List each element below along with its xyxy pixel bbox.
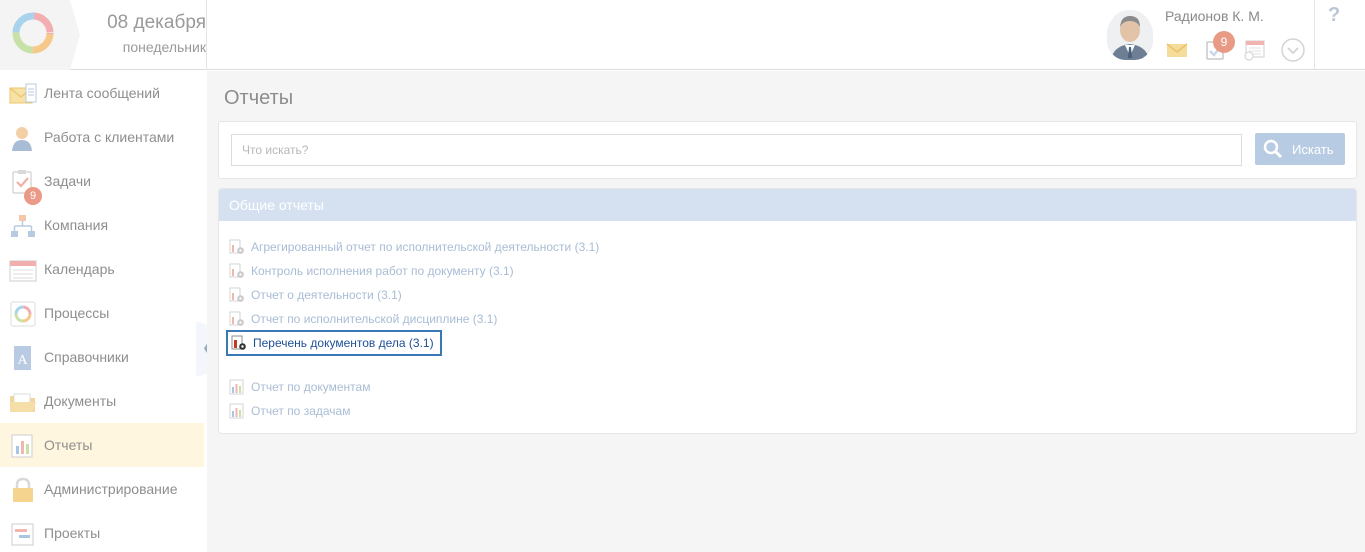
- sidebar-item-label: Календарь: [44, 261, 115, 277]
- help-icon[interactable]: ?: [1328, 4, 1340, 27]
- current-date: 08 декабря: [107, 12, 206, 33]
- reports-section-header: Общие отчеты: [219, 189, 1356, 221]
- sidebar-item-label: Процессы: [44, 305, 110, 321]
- calendar-header-icon[interactable]: [1243, 38, 1267, 62]
- lock-icon: [13, 477, 33, 502]
- sidebar-item-label: Компания: [44, 217, 109, 233]
- report-link[interactable]: Агрегированный отчет по исполнительской …: [229, 237, 599, 257]
- help-divider: [1314, 0, 1315, 70]
- report-label: Отчет по задачам: [251, 404, 351, 418]
- report-link[interactable]: Контроль исполнения работ по документу (…: [229, 261, 514, 281]
- report-link[interactable]: Отчет по исполнительской дисциплине (3.1…: [229, 309, 497, 329]
- sidebar-item-label: Справочники: [44, 349, 129, 365]
- sidebar-item-label: Документы: [44, 393, 117, 409]
- sidebar-item-calendar[interactable]: Календарь: [0, 247, 204, 291]
- report-gear-icon: [229, 311, 244, 326]
- sidebar-item-label: Задачи: [44, 173, 92, 189]
- app-logo[interactable]: [0, 0, 70, 70]
- report-chart-icon: [229, 403, 244, 419]
- report-label: Перечень документов дела (3.1): [253, 336, 434, 350]
- report-link[interactable]: Отчет по задачам: [229, 401, 350, 421]
- user-name[interactable]: Радионов К. М.: [1165, 8, 1264, 24]
- folder-icon: [10, 393, 36, 412]
- logo-arrow: [70, 0, 80, 70]
- sidebar-item-directories[interactable]: A Справочники: [0, 335, 204, 379]
- user-photo-icon: [1107, 10, 1153, 60]
- sidebar-item-administration[interactable]: Администрирование: [0, 467, 204, 511]
- sidebar-item-projects[interactable]: Проекты: [0, 511, 204, 552]
- sidebar-item-label: Лента сообщений: [44, 85, 160, 101]
- report-gear-icon: [229, 239, 244, 254]
- report-label: Отчет о деятельности (3.1): [251, 288, 402, 302]
- sidebar-item-label: Отчеты: [44, 437, 93, 453]
- sidebar-item-company[interactable]: Компания: [0, 203, 204, 247]
- sidebar-item-label: Проекты: [44, 525, 101, 541]
- report-link[interactable]: Отчет по документам: [229, 377, 370, 397]
- sidebar: Лента сообщений Работа с клиентами 9 Зад…: [0, 71, 204, 552]
- header-divider: [206, 0, 207, 70]
- sidebar-item-feed[interactable]: Лента сообщений: [0, 71, 204, 115]
- svg-text:A: A: [17, 353, 28, 368]
- search-button[interactable]: Искать: [1255, 133, 1345, 165]
- logo-ring-icon: [12, 12, 54, 54]
- sidebar-item-reports[interactable]: Отчеты: [0, 423, 204, 467]
- avatar[interactable]: [1107, 10, 1153, 60]
- sidebar-item-label: Администрирование: [44, 481, 178, 497]
- main-content: Отчеты Искать Общие отчеты Агрегированны…: [207, 71, 1365, 552]
- report-label: Отчет по исполнительской дисциплине (3.1…: [251, 312, 498, 326]
- sidebar-item-tasks[interactable]: 9 Задачи: [0, 159, 204, 205]
- calendar-icon: [9, 260, 37, 282]
- current-weekday: понедельник: [122, 39, 206, 55]
- clients-icon: [12, 127, 32, 151]
- sidebar-item-label: Работа с клиентами: [44, 129, 175, 145]
- reports-panel: Общие отчеты Агрегированный отчет по исп…: [218, 188, 1357, 434]
- report-label: Отчет по документам: [251, 380, 371, 394]
- report-label: Контроль исполнения работ по документу (…: [251, 264, 514, 278]
- report-link[interactable]: Отчет о деятельности (3.1): [229, 285, 402, 305]
- date-widget: 08 декабря понедельник: [80, 8, 206, 62]
- report-gear-icon: [229, 287, 244, 302]
- report-chart-icon: [229, 379, 244, 395]
- report-gear-icon: [231, 335, 246, 350]
- reports-icon: [11, 434, 33, 458]
- search-button-label: Искать: [1292, 142, 1334, 157]
- page-title: Отчеты: [224, 87, 294, 109]
- search-panel: Искать: [218, 121, 1357, 179]
- sidebar-item-processes[interactable]: Процессы: [0, 291, 204, 335]
- processes-icon: [10, 301, 36, 327]
- top-header: 08 декабря понедельник Радионов К. М. 9: [0, 0, 1365, 70]
- report-label: Агрегированный отчет по исполнительской …: [251, 240, 600, 254]
- directories-icon: A: [14, 346, 31, 370]
- report-gear-icon: [229, 263, 244, 278]
- sidebar-item-documents[interactable]: Документы: [0, 379, 204, 423]
- mail-icon[interactable]: [1165, 38, 1189, 62]
- search-input[interactable]: [231, 134, 1242, 166]
- tasks-count-badge: 9: [1213, 31, 1235, 53]
- company-icon: [11, 215, 35, 237]
- chevron-down-icon[interactable]: [1281, 38, 1305, 62]
- projects-icon: [11, 523, 34, 546]
- sidebar-item-clients[interactable]: Работа с клиентами: [0, 115, 204, 159]
- reports-section-title: Общие отчеты: [229, 197, 324, 213]
- report-link-highlighted[interactable]: Перечень документов дела (3.1): [226, 330, 442, 356]
- mail-feed-icon: [9, 83, 37, 104]
- search-icon: [1263, 139, 1283, 159]
